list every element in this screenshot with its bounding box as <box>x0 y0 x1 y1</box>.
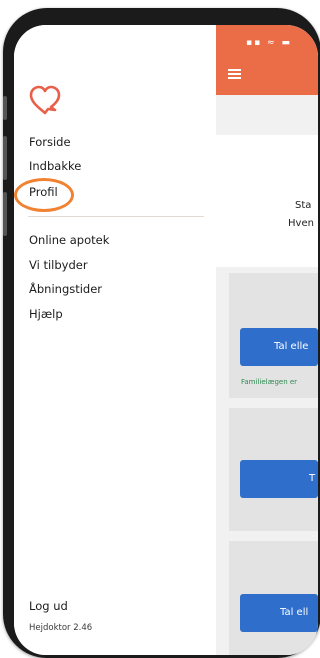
volume-down-button <box>3 192 7 236</box>
talk-button[interactable]: T <box>240 460 318 498</box>
profil-highlight-circle <box>14 178 74 212</box>
heart-logo-icon <box>29 85 61 115</box>
intro-subtitle: Hven <box>288 218 314 229</box>
drawer-divider <box>28 216 204 217</box>
mute-switch <box>3 96 7 120</box>
menu-icon[interactable] <box>228 69 241 79</box>
nav-forside[interactable]: Forside <box>29 135 71 149</box>
nav-online-apotek[interactable]: Online apotek <box>29 233 109 247</box>
talk-button[interactable]: Tal ell <box>240 594 318 632</box>
volume-up-button <box>3 136 7 180</box>
logout-link[interactable]: Log ud <box>29 599 68 613</box>
nav-indbakke[interactable]: Indbakke <box>29 159 81 173</box>
navigation-drawer: Forside Indbakke Profil Online apotek Vi… <box>14 25 216 655</box>
nav-vi-tilbyder[interactable]: Vi tilbyder <box>29 258 88 272</box>
phone-screen: ▪▪ ≈ ▬ Sta Hven Tal elle Familielægen er… <box>14 25 318 655</box>
talk-button[interactable]: Tal elle <box>240 328 318 366</box>
app-version: Hejdoktor 2.46 <box>29 623 93 633</box>
intro-title: Sta <box>295 200 312 211</box>
card-note: Familielægen er <box>241 378 298 386</box>
nav-hjaelp[interactable]: Hjælp <box>29 307 63 321</box>
app-content: ▪▪ ≈ ▬ Sta Hven Tal elle Familielægen er… <box>216 25 318 655</box>
nav-abningstider[interactable]: Åbningstider <box>29 282 102 296</box>
phone-frame: ▪▪ ≈ ▬ Sta Hven Tal elle Familielægen er… <box>3 8 320 658</box>
status-bar-icons: ▪▪ ≈ ▬ <box>246 38 292 48</box>
app-header: ▪▪ ≈ ▬ <box>216 25 318 95</box>
